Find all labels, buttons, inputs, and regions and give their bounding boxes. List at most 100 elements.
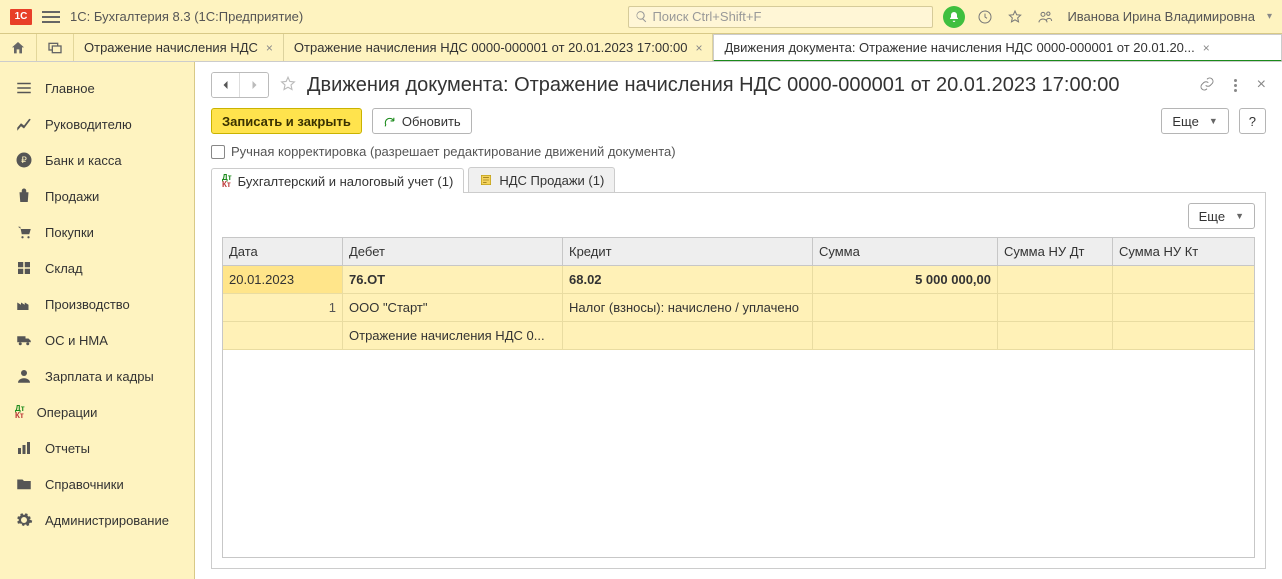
col-date[interactable]: Дата	[223, 238, 343, 265]
tab-reflect-vat[interactable]: Отражение начисления НДС ×	[74, 34, 284, 61]
col-debit[interactable]: Дебет	[343, 238, 563, 265]
search-input[interactable]: Поиск Ctrl+Shift+F	[628, 6, 933, 28]
close-icon[interactable]: ×	[266, 41, 273, 55]
sidebar-item-main[interactable]: Главное	[0, 70, 194, 106]
cell-row-num: 1	[223, 294, 343, 321]
sidebar-item-label: ОС и НМА	[45, 333, 108, 348]
sidebar-item-label: Главное	[45, 81, 95, 96]
more-button[interactable]: Еще ▼	[1161, 108, 1228, 134]
cell-debit-sub2: Отражение начисления НДС 0...	[343, 322, 563, 349]
more-menu-button[interactable]	[1229, 79, 1243, 92]
sidebar-item-label: Зарплата и кадры	[45, 369, 154, 384]
cell-nu-dt	[998, 266, 1113, 293]
cart-icon	[15, 223, 33, 241]
cell-credit-sub2	[563, 322, 813, 349]
grid-header: Дата Дебет Кредит Сумма Сумма НУ Дт Сумм…	[223, 238, 1254, 266]
windows-button[interactable]	[37, 34, 74, 61]
menu-icon[interactable]	[42, 8, 60, 26]
sidebar-item-label: Отчеты	[45, 441, 90, 456]
sidebar-item-label: Производство	[45, 297, 130, 312]
save-and-close-button[interactable]: Записать и закрыть	[211, 108, 362, 134]
window-tab-strip: Отражение начисления НДС × Отражение нач…	[0, 34, 1282, 62]
table-row[interactable]: 1 ООО "Старт" Налог (взносы): начислено …	[223, 294, 1254, 322]
close-icon[interactable]: ×	[1203, 41, 1210, 55]
refresh-button[interactable]: Обновить	[372, 108, 472, 134]
sidebar-item-operations[interactable]: ДтКт Операции	[0, 394, 194, 430]
cell-sum	[813, 294, 998, 321]
cell-date: 20.01.2023	[223, 266, 343, 293]
chevron-down-icon[interactable]: ▾	[1267, 11, 1272, 22]
star-icon[interactable]	[1005, 7, 1025, 27]
list-icon	[15, 79, 33, 97]
button-label: ?	[1249, 114, 1256, 129]
cell-nu-kt	[1113, 294, 1254, 321]
grid-body[interactable]: 20.01.2023 76.ОТ 68.02 5 000 000,00 1 ОО…	[223, 266, 1254, 557]
cell-debit: 76.ОТ	[343, 266, 563, 293]
tab-reflect-vat-doc[interactable]: Отражение начисления НДС 0000-000001 от …	[284, 34, 714, 61]
register-panel: Еще ▼ Дата Дебет Кредит Сумма Сумма НУ Д…	[211, 193, 1266, 569]
tab-accounting[interactable]: ДтКт Бухгалтерский и налоговый учет (1)	[211, 168, 464, 193]
link-icon[interactable]	[1199, 76, 1215, 95]
app-title: 1С: Бухгалтерия 8.3 (1С:Предприятие)	[70, 9, 303, 24]
sidebar-item-refs[interactable]: Справочники	[0, 466, 194, 502]
col-sum[interactable]: Сумма	[813, 238, 998, 265]
nav-buttons	[211, 72, 269, 98]
search-icon	[635, 10, 648, 23]
username[interactable]: Иванова Ирина Владимировна	[1067, 9, 1255, 24]
dtkt-icon: ДтКт	[222, 174, 232, 188]
dtkt-icon: ДтКт	[15, 405, 25, 419]
tab-vat-sales[interactable]: НДС Продажи (1)	[468, 167, 615, 192]
sidebar-item-reports[interactable]: Отчеты	[0, 430, 194, 466]
button-label: Еще	[1172, 114, 1198, 129]
checkbox-label: Ручная корректировка (разрешает редактир…	[231, 144, 676, 159]
manual-correction-checkbox[interactable]: Ручная корректировка (разрешает редактир…	[211, 144, 1266, 159]
cell-sum: 5 000 000,00	[813, 266, 998, 293]
nav-forward-button	[240, 73, 268, 97]
page-title: Движения документа: Отражение начисления…	[307, 74, 1189, 97]
favorite-button[interactable]	[279, 75, 297, 96]
sidebar-item-admin[interactable]: Администрирование	[0, 502, 194, 538]
sidebar-item-production[interactable]: Производство	[0, 286, 194, 322]
close-icon[interactable]: ×	[695, 41, 702, 55]
table-row[interactable]: 20.01.2023 76.ОТ 68.02 5 000 000,00	[223, 266, 1254, 294]
checkbox-box	[211, 145, 225, 159]
bell-icon	[948, 11, 960, 23]
truck-icon	[15, 331, 33, 349]
sidebar-item-purchases[interactable]: Покупки	[0, 214, 194, 250]
ruble-icon: ₽	[15, 151, 33, 169]
home-button[interactable]	[0, 34, 37, 61]
col-credit[interactable]: Кредит	[563, 238, 813, 265]
sidebar-item-manager[interactable]: Руководителю	[0, 106, 194, 142]
sidebar: Главное Руководителю ₽ Банк и касса Прод…	[0, 62, 195, 579]
col-sum-nu-kt[interactable]: Сумма НУ Кт	[1113, 238, 1254, 265]
panel-more-button[interactable]: Еще ▼	[1188, 203, 1255, 229]
svg-text:₽: ₽	[21, 155, 27, 165]
nav-back-button[interactable]	[212, 73, 240, 97]
sidebar-item-label: Склад	[45, 261, 83, 276]
boxes-icon	[15, 259, 33, 277]
history-icon[interactable]	[975, 7, 995, 27]
button-label: Обновить	[402, 114, 461, 129]
sidebar-item-stock[interactable]: Склад	[0, 250, 194, 286]
sidebar-item-label: Операции	[37, 405, 98, 420]
sidebar-item-label: Руководителю	[45, 117, 132, 132]
close-button[interactable]: ×	[1257, 76, 1266, 94]
tab-label: Отражение начисления НДС	[84, 40, 258, 55]
user-icon[interactable]	[1035, 7, 1055, 27]
cell-empty	[223, 322, 343, 349]
chart-icon	[15, 115, 33, 133]
help-button[interactable]: ?	[1239, 108, 1266, 134]
sidebar-item-os[interactable]: ОС и НМА	[0, 322, 194, 358]
cell-nu-dt	[998, 294, 1113, 321]
sidebar-item-bank[interactable]: ₽ Банк и касса	[0, 142, 194, 178]
command-bar: Записать и закрыть Обновить Еще ▼ ?	[211, 108, 1266, 134]
notifications-button[interactable]	[943, 6, 965, 28]
tab-label: Отражение начисления НДС 0000-000001 от …	[294, 40, 688, 55]
table-row[interactable]: Отражение начисления НДС 0...	[223, 322, 1254, 350]
gear-icon	[15, 511, 33, 529]
sidebar-item-payroll[interactable]: Зарплата и кадры	[0, 358, 194, 394]
sidebar-item-sales[interactable]: Продажи	[0, 178, 194, 214]
col-sum-nu-dt[interactable]: Сумма НУ Дт	[998, 238, 1113, 265]
tab-document-movements[interactable]: Движения документа: Отражение начисления…	[713, 34, 1282, 61]
tab-label: Бухгалтерский и налоговый учет (1)	[238, 174, 454, 189]
